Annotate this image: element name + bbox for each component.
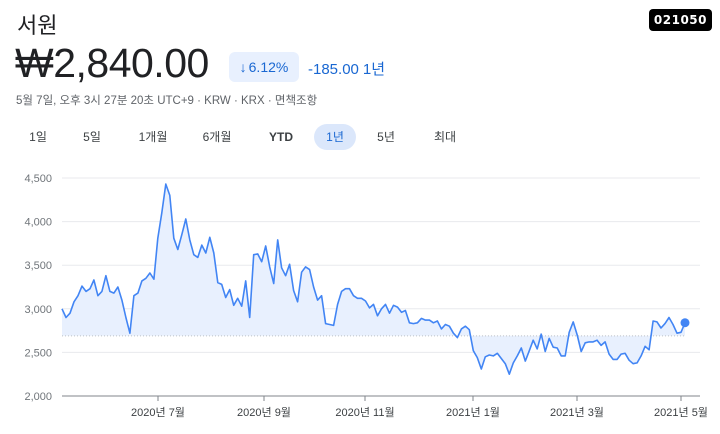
- change-percent: 6.12%: [248, 59, 289, 75]
- x-tick-label: 2020년 7월: [131, 406, 185, 419]
- change-absolute-group: -185.00 1년: [308, 58, 385, 79]
- last-price-dot: [680, 318, 690, 328]
- change-period: 1년: [362, 61, 386, 78]
- price-area-fill: [62, 184, 685, 375]
- y-tick-label: 3,000: [24, 304, 52, 316]
- y-tick-label: 2,500: [24, 347, 52, 359]
- arrow-down-icon: ↓: [239, 59, 247, 75]
- tab-max[interactable]: 최대: [430, 124, 460, 150]
- x-tick-label: 2020년 11월: [335, 406, 394, 419]
- tab-6m[interactable]: 6개월: [197, 124, 237, 150]
- price-chart[interactable]: 4,5004,0003,5003,0002,5002,000 2020년 7월 2…: [0, 160, 720, 434]
- y-axis-labels: 4,500 4,000 3,500 3,000 2,500 2,000: [24, 173, 52, 403]
- y-tick-label: 3,500: [24, 260, 52, 272]
- ticker-badge[interactable]: 021050: [648, 9, 712, 31]
- stock-name: 서원: [17, 13, 58, 38]
- range-tabs: 1일 5일 1개월 6개월 YTD 1년 5년 최대: [0, 124, 720, 150]
- tab-1y[interactable]: 1년: [314, 124, 356, 150]
- tab-1d[interactable]: 1일: [25, 124, 51, 150]
- tab-5d[interactable]: 5일: [79, 124, 105, 150]
- x-tick-label: 2021년 5월: [654, 406, 708, 419]
- x-tick-label: 2021년 3월: [550, 406, 604, 419]
- y-tick-label: 4,500: [24, 173, 52, 185]
- x-tick-label: 2021년 1월: [446, 406, 500, 419]
- change-absolute: -185.00: [308, 61, 359, 78]
- x-axis: 2020년 7월 2020년 9월 2020년 11월 2021년 1월 2021년 3…: [131, 396, 708, 419]
- tab-ytd[interactable]: YTD: [263, 124, 299, 150]
- y-tick-label: 4,000: [24, 217, 52, 229]
- y-tick-label: 2,000: [24, 391, 52, 403]
- change-percent-badge: ↓ 6.12%: [229, 52, 299, 82]
- tab-5y[interactable]: 5년: [373, 124, 399, 150]
- current-price: ₩2,840.00: [15, 40, 209, 86]
- x-tick-label: 2020년 9월: [237, 406, 291, 419]
- tab-1m[interactable]: 1개월: [133, 124, 173, 150]
- quote-meta: 5월 7일, 오후 3시 27분 20초 UTC+9 · KRW · KRX ·…: [16, 95, 318, 107]
